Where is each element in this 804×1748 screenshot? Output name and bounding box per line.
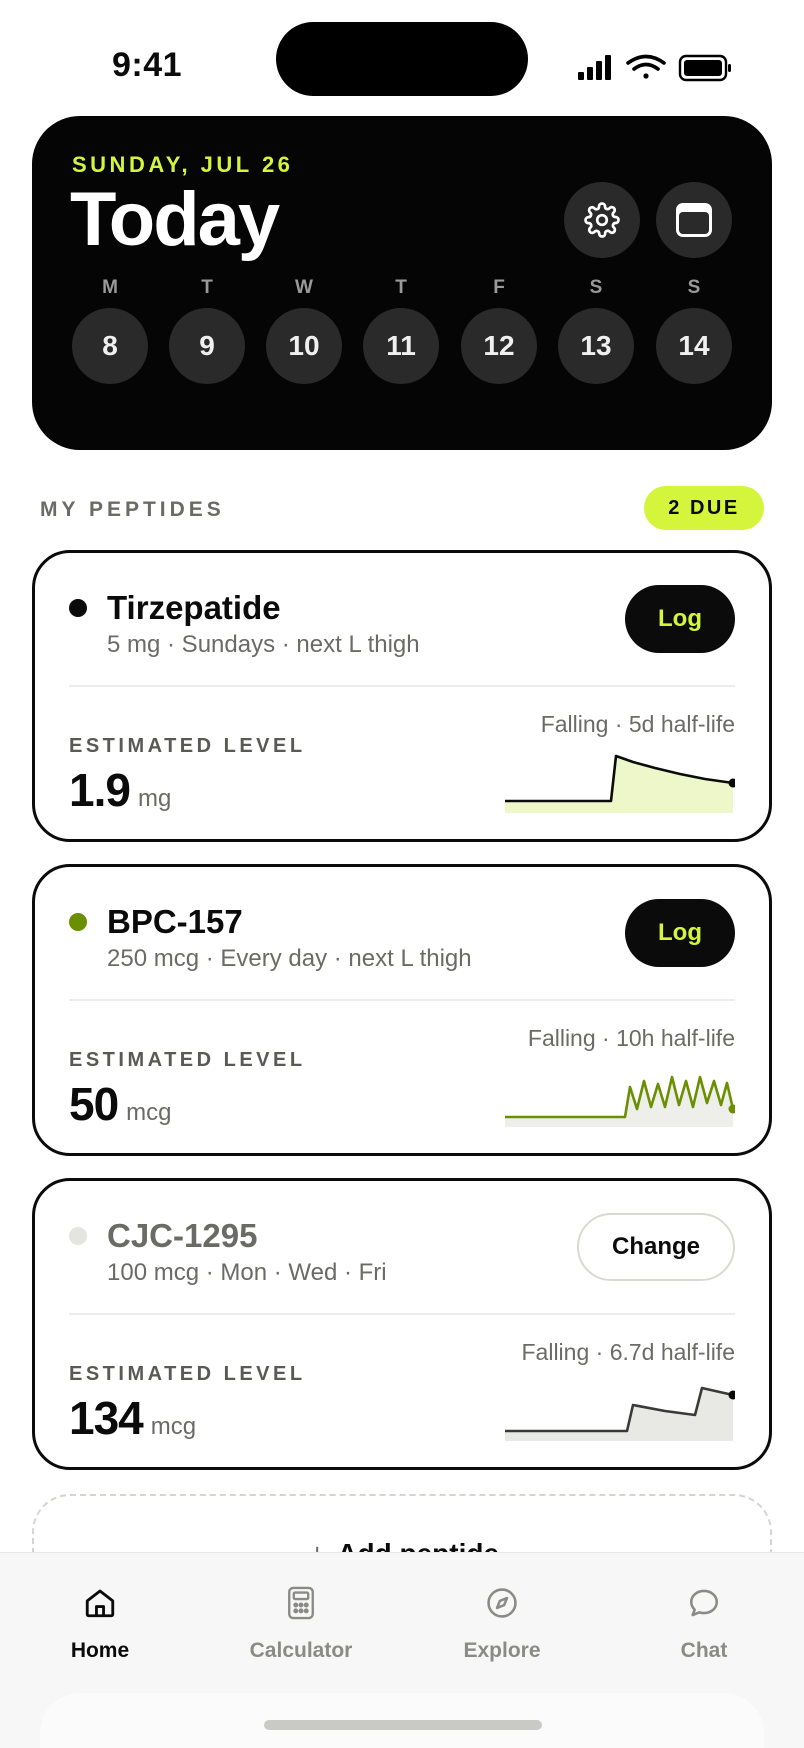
level-trend: Falling · 10h half-life <box>527 1025 735 1051</box>
peptide-card[interactable]: Tirzepatide 5 mg · Sundays · next L thig… <box>32 550 772 842</box>
level-value: 1.9 <box>69 764 131 816</box>
tab-calculator[interactable]: Calculator <box>221 1581 381 1663</box>
today-header-card: SUNDAY, JUL 26 Today M 8 T 9 W 10 T 11 F… <box>32 116 772 450</box>
log-button[interactable]: Log <box>625 899 735 967</box>
battery-icon <box>678 54 731 82</box>
estimated-level-label: ESTIMATED LEVEL <box>69 735 306 757</box>
peptide-name: Tirzepatide <box>107 589 281 626</box>
calculator-icon <box>221 1581 381 1625</box>
weekday-letter: T <box>201 277 213 298</box>
settings-button[interactable] <box>564 182 640 258</box>
due-count-badge: 2 DUE <box>644 486 764 530</box>
estimated-level: 50 mcg <box>69 1077 172 1131</box>
log-button[interactable]: Log <box>625 585 735 653</box>
peptide-schedule: 250 mcg · Every day · next L thigh <box>107 945 472 972</box>
level-value: 134 <box>69 1392 144 1444</box>
compass-icon <box>422 1581 582 1625</box>
divider <box>69 685 735 687</box>
week-day[interactable]: S 13 <box>558 278 634 384</box>
level-sparkline <box>505 754 735 813</box>
home-indicator[interactable] <box>264 1720 542 1730</box>
level-unit: mcg <box>126 1099 172 1126</box>
day-number[interactable]: 14 <box>656 308 732 384</box>
week-day[interactable]: W 10 <box>266 278 342 384</box>
peptide-name: CJC-1295 <box>107 1217 258 1254</box>
level-trend: Falling · 6.7d half-life <box>521 1339 736 1365</box>
tab-chat[interactable]: Chat <box>624 1581 784 1663</box>
status-dot <box>69 599 87 617</box>
estimated-level-label: ESTIMATED LEVEL <box>69 1363 306 1385</box>
tab-label: Chat <box>680 1639 728 1662</box>
weekday-letter: S <box>687 277 701 298</box>
week-day[interactable]: F 12 <box>461 278 537 384</box>
status-dot <box>69 913 87 931</box>
tab-bar: Home Calculator Explore Chat <box>0 1552 804 1748</box>
current-date: SUNDAY, JUL 26 <box>72 152 294 177</box>
wifi-icon <box>626 54 666 79</box>
day-number[interactable]: 13 <box>558 308 634 384</box>
peptide-schedule: 100 mcg · Mon · Wed · Fri <box>107 1259 387 1286</box>
level-unit: mg <box>137 785 172 812</box>
dynamic-island <box>276 22 528 96</box>
chat-bubble-icon <box>624 1581 784 1625</box>
week-day[interactable]: T 11 <box>363 278 439 384</box>
change-button[interactable]: Change <box>577 1213 735 1281</box>
tab-explore[interactable]: Explore <box>422 1581 582 1663</box>
weekday-letter: S <box>589 277 603 298</box>
week-day[interactable]: S 14 <box>656 278 732 384</box>
level-unit: mcg <box>150 1413 197 1440</box>
day-number[interactable]: 8 <box>72 308 148 384</box>
section-title: MY PEPTIDES <box>40 498 225 521</box>
day-number[interactable]: 11 <box>363 308 439 384</box>
weekday-letter: F <box>493 277 505 298</box>
day-number[interactable]: 9 <box>169 308 245 384</box>
estimated-level: 1.9 mg <box>69 763 171 817</box>
divider <box>69 1313 735 1315</box>
weekday-letter: T <box>395 277 407 298</box>
divider <box>69 999 735 1001</box>
estimated-level-label: ESTIMATED LEVEL <box>69 1049 306 1071</box>
tab-label: Calculator <box>249 1639 353 1662</box>
level-sparkline <box>505 1386 735 1441</box>
status-time: 9:41 <box>112 46 183 84</box>
calendar-button[interactable] <box>656 182 732 258</box>
level-sparkline <box>505 1075 735 1127</box>
calendar-icon <box>676 203 712 237</box>
weekday-letter: W <box>295 277 313 298</box>
estimated-level: 134 mcg <box>69 1391 196 1445</box>
level-value: 50 <box>69 1078 119 1130</box>
status-icons <box>576 52 736 84</box>
peptide-schedule: 5 mg · Sundays · next L thigh <box>107 631 420 658</box>
page-title: Today <box>70 177 280 262</box>
tab-home[interactable]: Home <box>20 1581 180 1663</box>
cellular-signal-icon <box>578 55 611 80</box>
day-number[interactable]: 10 <box>266 308 342 384</box>
week-day[interactable]: T 9 <box>169 278 245 384</box>
gear-icon <box>584 202 620 238</box>
home-icon <box>20 1581 180 1625</box>
tab-label: Explore <box>463 1639 541 1662</box>
status-dot <box>69 1227 87 1245</box>
day-number[interactable]: 12 <box>461 308 537 384</box>
status-bar: 9:41 <box>0 0 804 110</box>
week-strip: M 8 T 9 W 10 T 11 F 12 S 13 S 14 <box>72 278 732 388</box>
weekday-letter: M <box>102 277 118 298</box>
peptide-name: BPC-157 <box>107 903 243 940</box>
peptide-card[interactable]: BPC-157 250 mcg · Every day · next L thi… <box>32 864 772 1156</box>
peptide-card[interactable]: CJC-1295 100 mcg · Mon · Wed · Fri Chang… <box>32 1178 772 1470</box>
sparkline-fill <box>505 756 733 813</box>
tab-label: Home <box>70 1639 130 1662</box>
week-day[interactable]: M 8 <box>72 278 148 384</box>
level-trend: Falling · 5d half-life <box>540 711 735 737</box>
